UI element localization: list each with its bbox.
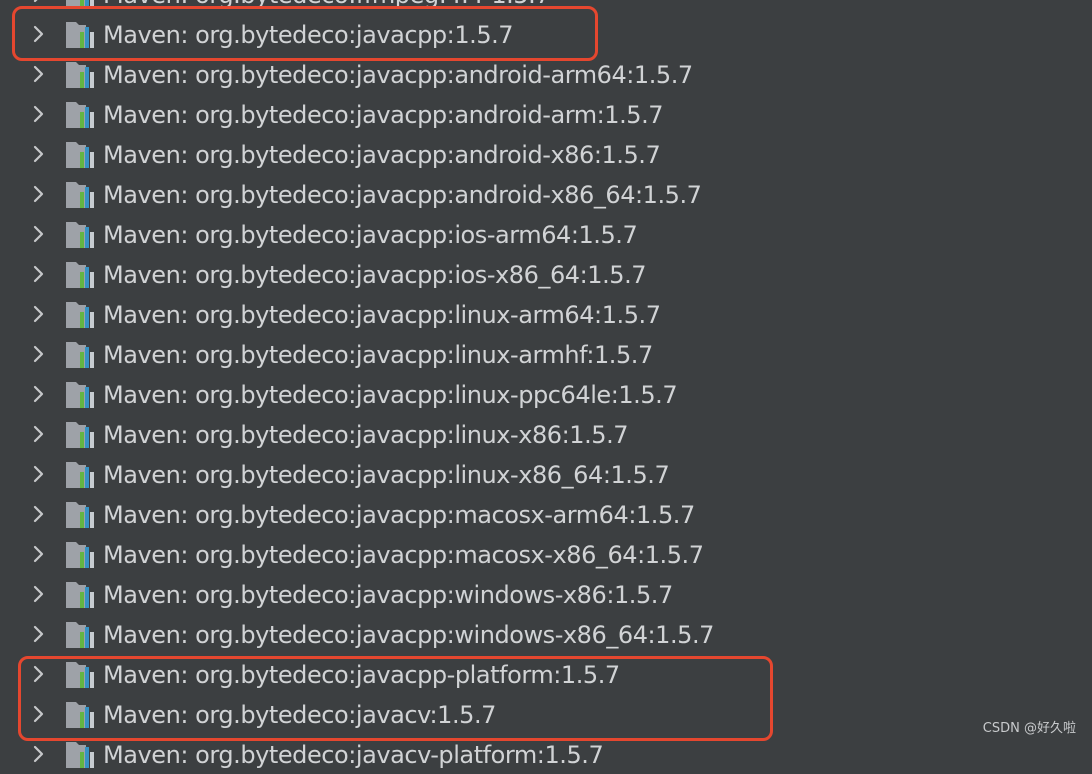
library-icon [66,382,98,408]
library-icon [66,142,98,168]
tree-row[interactable]: Maven: org.bytedeco:javacpp:ios-arm64:1.… [0,214,1092,254]
tree-row[interactable]: Maven: org.bytedeco:javacpp:android-x86:… [0,134,1092,174]
chevron-right-icon[interactable] [31,145,47,163]
library-icon [66,0,98,8]
chevron-right-icon[interactable] [31,225,47,243]
tree-row[interactable]: Maven: org.bytedeco:javacpp:linux-ppc64l… [0,374,1092,414]
project-tree: Maven: org.bytedeco:ffmpeg:4.4-1.5.7 Mav… [0,0,1092,774]
tree-item-label: Maven: org.bytedeco:javacpp:linux-ppc64l… [103,381,678,409]
tree-row[interactable]: Maven: org.bytedeco:javacpp:linux-arm64:… [0,294,1092,334]
watermark: CSDN @好久啦 [982,721,1076,736]
tree-row[interactable]: Maven: org.bytedeco:javacv-platform:1.5.… [0,734,1092,774]
library-icon [66,422,98,448]
tree-item-label: Maven: org.bytedeco:javacpp:linux-arm64:… [103,301,661,329]
tree-row[interactable]: Maven: org.bytedeco:javacpp:windows-x86:… [0,574,1092,614]
tree-row[interactable]: Maven: org.bytedeco:javacpp:android-x86_… [0,174,1092,214]
tree-item-label: Maven: org.bytedeco:javacpp:android-arm:… [103,101,664,129]
tree-row[interactable]: Maven: org.bytedeco:ffmpeg:4.4-1.5.7 [0,0,1092,14]
tree-item-label: Maven: org.bytedeco:javacpp:android-x86:… [103,141,661,169]
tree-row[interactable]: Maven: org.bytedeco:javacpp:linux-armhf:… [0,334,1092,374]
chevron-right-icon[interactable] [31,425,47,443]
chevron-right-icon[interactable] [31,625,47,643]
tree-row[interactable]: Maven: org.bytedeco:javacpp:windows-x86_… [0,614,1092,654]
library-icon [66,342,98,368]
chevron-right-icon[interactable] [31,305,47,323]
library-icon [66,182,98,208]
tree-item-label: Maven: org.bytedeco:ffmpeg:4.4-1.5.7 [103,0,551,10]
chevron-right-icon[interactable] [31,465,47,483]
tree-item-label: Maven: org.bytedeco:javacpp:linux-x86:1.… [103,421,629,449]
chevron-right-icon[interactable] [31,265,47,283]
library-icon [66,22,98,48]
tree-row[interactable]: Maven: org.bytedeco:javacpp:1.5.7 [0,14,1092,54]
chevron-right-icon[interactable] [31,665,47,683]
chevron-right-icon[interactable] [31,105,47,123]
tree-item-label: Maven: org.bytedeco:javacpp:windows-x86_… [103,621,714,649]
tree-item-label: Maven: org.bytedeco:javacpp:windows-x86:… [103,581,673,609]
tree-row[interactable]: Maven: org.bytedeco:javacpp:linux-x86:1.… [0,414,1092,454]
tree-item-label: Maven: org.bytedeco:javacpp:ios-arm64:1.… [103,221,638,249]
tree-row[interactable]: Maven: org.bytedeco:javacv:1.5.7 [0,694,1092,734]
tree-item-label: Maven: org.bytedeco:javacpp:1.5.7 [103,21,514,49]
library-icon [66,462,98,488]
tree-row[interactable]: Maven: org.bytedeco:javacpp:ios-x86_64:1… [0,254,1092,294]
tree-row[interactable]: Maven: org.bytedeco:javacpp:linux-x86_64… [0,454,1092,494]
chevron-right-icon[interactable] [31,505,47,523]
chevron-right-icon[interactable] [31,25,47,43]
tree-item-label: Maven: org.bytedeco:javacv-platform:1.5.… [103,741,604,769]
chevron-right-icon[interactable] [31,705,47,723]
chevron-right-icon[interactable] [31,385,47,403]
chevron-right-icon[interactable] [31,0,47,3]
library-icon [66,622,98,648]
tree-item-label: Maven: org.bytedeco:javacpp:android-arm6… [103,61,693,89]
tree-item-label: Maven: org.bytedeco:javacpp:linux-x86_64… [103,461,670,489]
library-icon [66,222,98,248]
library-icon [66,662,98,688]
chevron-right-icon[interactable] [31,185,47,203]
tree-item-label: Maven: org.bytedeco:javacpp-platform:1.5… [103,661,620,689]
tree-item-label: Maven: org.bytedeco:javacv:1.5.7 [103,701,497,729]
tree-item-label: Maven: org.bytedeco:javacpp:macosx-arm64… [103,501,695,529]
chevron-right-icon[interactable] [31,585,47,603]
library-icon [66,582,98,608]
library-icon [66,102,98,128]
tree-row[interactable]: Maven: org.bytedeco:javacpp:macosx-x86_6… [0,534,1092,574]
library-icon [66,262,98,288]
tree-item-label: Maven: org.bytedeco:javacpp:linux-armhf:… [103,341,653,369]
tree-row[interactable]: Maven: org.bytedeco:javacpp:android-arm:… [0,94,1092,134]
library-icon [66,62,98,88]
tree-row[interactable]: Maven: org.bytedeco:javacpp:macosx-arm64… [0,494,1092,534]
chevron-right-icon[interactable] [31,545,47,563]
tree-item-label: Maven: org.bytedeco:javacpp:ios-x86_64:1… [103,261,647,289]
library-icon [66,542,98,568]
library-icon [66,302,98,328]
library-icon [66,702,98,728]
tree-item-label: Maven: org.bytedeco:javacpp:macosx-x86_6… [103,541,704,569]
tree-row[interactable]: Maven: org.bytedeco:javacpp-platform:1.5… [0,654,1092,694]
tree-item-label: Maven: org.bytedeco:javacpp:android-x86_… [103,181,702,209]
tree-row[interactable]: Maven: org.bytedeco:javacpp:android-arm6… [0,54,1092,94]
chevron-right-icon[interactable] [31,345,47,363]
library-icon [66,502,98,528]
chevron-right-icon[interactable] [31,745,47,763]
chevron-right-icon[interactable] [31,65,47,83]
